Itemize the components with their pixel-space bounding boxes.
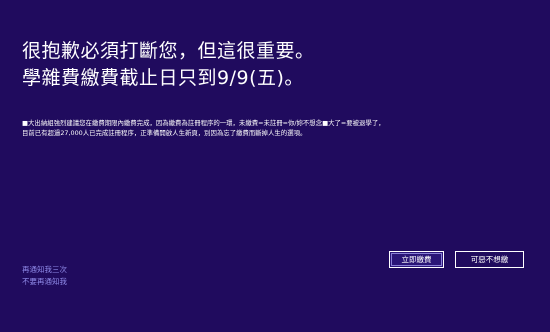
headline: 很抱歉必須打斷您，但這很重要。 學雜費繳費截止日只到9/9(五)。 (22, 38, 532, 92)
dont-remind-link[interactable]: 不要再通知我 (22, 276, 67, 288)
headline-line-2: 學雜費繳費截止日只到9/9(五)。 (22, 67, 304, 89)
pay-now-button[interactable]: 立即繳費 (389, 251, 444, 268)
notice-body-line-1: ■大出納組強烈建議您在繳費期限內繳費完成，因為繳費為註冊程序的一環，未繳費=未註… (22, 119, 385, 127)
remind-again-link[interactable]: 再通知我三次 (22, 264, 67, 276)
decline-button[interactable]: 可惡不想繳 (455, 251, 524, 268)
notice-body: ■大出納組強烈建議您在繳費期限內繳費完成，因為繳費為註冊程序的一環，未繳費=未註… (22, 118, 532, 138)
fullscreen-notice: 很抱歉必須打斷您，但這很重要。 學雜費繳費截止日只到9/9(五)。 ■大出納組強… (0, 0, 550, 332)
reminder-links: 再通知我三次 不要再通知我 (22, 264, 67, 288)
notice-body-line-2: 目前已有超過27,000人已完成註冊程序，正準備開啟人生新頁，別因為忘了繳費而斷… (22, 129, 307, 137)
headline-line-1: 很抱歉必須打斷您，但這很重要。 (22, 40, 315, 62)
